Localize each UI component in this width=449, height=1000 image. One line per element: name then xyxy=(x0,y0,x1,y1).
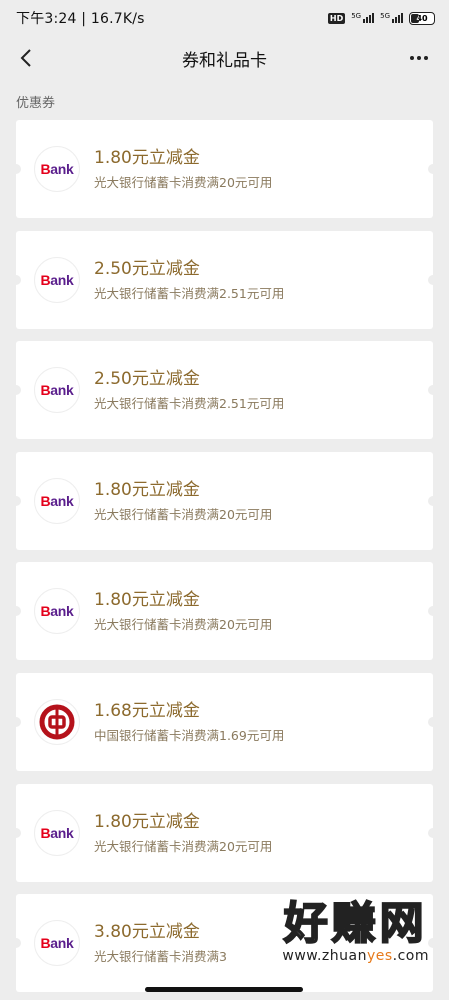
coupon-description: 光大银行储蓄卡消费满20元可用 xyxy=(94,838,273,854)
coupon-card[interactable]: Bank 1.80元立减金光大银行储蓄卡消费满20元可用 xyxy=(11,451,438,550)
coupon-text: 1.68元立减金中国银行储蓄卡消费满1.69元可用 xyxy=(94,700,284,744)
coupon-card[interactable]: Bank 1.80元立减金光大银行储蓄卡消费满20元可用 xyxy=(11,120,438,218)
coupon-card[interactable]: Bank 3.80元立减金光大银行储蓄卡消费满3 xyxy=(11,894,438,993)
coupon-amount: 1.80元立减金 xyxy=(94,148,200,168)
coupon-card[interactable]: 1.68元立减金中国银行储蓄卡消费满1.69元可用 xyxy=(11,672,438,771)
coupon-amount: 1.80元立减金 xyxy=(94,811,200,832)
coupon-amount: 1.80元立减金 xyxy=(94,590,200,611)
coupon-description: 光大银行储蓄卡消费满20元可用 xyxy=(94,617,273,633)
battery-icon: 40 xyxy=(409,11,435,25)
back-button[interactable] xyxy=(12,44,40,72)
coupon-card[interactable]: Bank 2.50元立减金光大银行储蓄卡消费满2.51元可用 xyxy=(11,341,438,440)
coupon-amount: 2.50元立减金 xyxy=(94,258,200,279)
status-bar: 下午3:24 | 16.7K/s HD 5G 5G 40 xyxy=(0,0,449,36)
signal-icon: 5G xyxy=(351,12,375,23)
home-indicator[interactable] xyxy=(145,987,303,992)
battery-level: 40 xyxy=(416,13,428,23)
ceb-bank-logo: Bank xyxy=(34,477,80,524)
coupon-description: 中国银行储蓄卡消费满1.69元可用 xyxy=(94,727,285,743)
more-dots-icon xyxy=(410,56,414,60)
ceb-bank-logo: Bank xyxy=(34,920,80,967)
network-label: 5G xyxy=(351,12,362,20)
coupon-amount: 3.80元立减金 xyxy=(94,922,200,943)
coupon-card[interactable]: Bank 2.50元立减金光大银行储蓄卡消费满2.51元可用 xyxy=(11,230,438,329)
coupon-description: 光大银行储蓄卡消费满20元可用 xyxy=(94,506,273,522)
signal-icon-2: 5G xyxy=(380,13,403,23)
coupon-card[interactable]: Bank 1.80元立减金光大银行储蓄卡消费满20元可用 xyxy=(11,562,438,661)
ceb-bank-logo: Bank xyxy=(34,809,80,856)
coupon-text: 1.80元立减金光大银行储蓄卡消费满20元可用 xyxy=(94,147,272,191)
coupon-amount: 1.80元立减金 xyxy=(94,479,200,500)
network-label-2: 5G xyxy=(380,12,390,20)
coupon-card[interactable]: Bank 1.80元立减金光大银行储蓄卡消费满20元可用 xyxy=(11,783,438,882)
chevron-left-icon xyxy=(20,49,31,67)
coupon-text: 1.80元立减金光大银行储蓄卡消费满20元可用 xyxy=(94,589,272,633)
coupon-description: 光大银行储蓄卡消费满2.51元可用 xyxy=(94,396,285,412)
more-button[interactable] xyxy=(405,44,433,72)
ceb-bank-logo: Bank xyxy=(34,588,80,635)
ceb-bank-logo: Bank xyxy=(34,256,80,303)
status-time-speed: 下午3:24 | 16.7K/s xyxy=(16,11,145,27)
ceb-bank-logo: Bank xyxy=(34,367,80,414)
coupon-amount: 1.68元立减金 xyxy=(94,700,200,721)
hd-icon: HD xyxy=(327,12,346,24)
status-icons: HD 5G 5G 40 xyxy=(327,11,435,25)
coupon-description: 光大银行储蓄卡消费满3 xyxy=(94,949,227,965)
nav-bar: 券和礼品卡 xyxy=(0,36,449,80)
coupon-text: 2.50元立减金光大银行储蓄卡消费满2.51元可用 xyxy=(94,258,284,302)
coupon-text: 3.80元立减金光大银行储蓄卡消费满3 xyxy=(94,921,227,965)
coupon-description: 光大银行储蓄卡消费满2.51元可用 xyxy=(94,285,285,301)
coupon-text: 1.80元立减金光大银行储蓄卡消费满20元可用 xyxy=(94,479,272,523)
coupon-text: 1.80元立减金光大银行储蓄卡消费满20元可用 xyxy=(94,811,272,855)
section-title: 优惠券 xyxy=(16,96,56,111)
coupon-description: 光大银行储蓄卡消费满20元可用 xyxy=(94,175,273,190)
coupon-text: 2.50元立减金光大银行储蓄卡消费满2.51元可用 xyxy=(94,368,284,412)
boc-logo-icon xyxy=(34,698,80,745)
coupon-list: Bank 1.80元立减金 光大银行储蓄卡消费满20元可用 Bank 2.50元立减金光… xyxy=(0,120,449,993)
coupon-amount: 2.50元立减金 xyxy=(94,369,200,390)
page-title: 券和礼品卡 xyxy=(182,50,267,71)
ceb-bank-logo: Bank xyxy=(34,146,80,192)
